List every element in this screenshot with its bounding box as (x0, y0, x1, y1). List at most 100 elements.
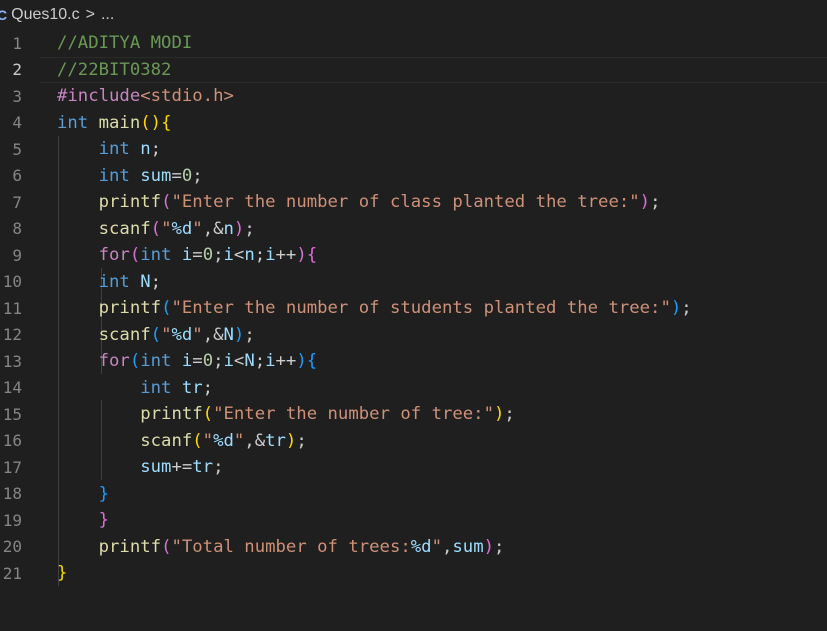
code-token: sum (140, 165, 172, 186)
line-number[interactable]: 16 (0, 431, 22, 450)
line-number[interactable]: 11 (0, 299, 22, 318)
code-token: ( (161, 192, 172, 213)
code-token: for (98, 351, 130, 372)
code-token: } (98, 483, 110, 504)
code-token: int (98, 139, 130, 160)
code-token: ) (296, 351, 307, 372)
code-token: ( (129, 245, 141, 266)
code-line[interactable]: 20 printf("Total number of trees:%d",sum… (0, 534, 827, 561)
code-line[interactable]: 2 //22BIT0382 (0, 56, 827, 83)
code-token: " (431, 536, 442, 557)
line-number[interactable]: 10 (0, 272, 22, 291)
code-line[interactable]: 4 int main(){ (0, 110, 827, 137)
code-token: } (57, 563, 68, 584)
code-line[interactable]: 9 for(int i=0;i<n;i++){ (0, 242, 827, 269)
code-token: " (202, 430, 214, 451)
code-text: //ADITYA MODI (57, 33, 192, 53)
code-line[interactable]: 17 sum+=tr; (0, 454, 827, 481)
code-token: , (441, 536, 453, 557)
line-number[interactable]: 3 (0, 87, 22, 106)
code-token: printf (98, 536, 162, 557)
code-line[interactable]: 8 scanf("%d",&n); (0, 216, 827, 243)
line-number[interactable]: 21 (0, 564, 22, 583)
line-number[interactable]: 18 (0, 484, 22, 503)
code-token: ; (650, 192, 661, 213)
code-token: " (233, 430, 245, 451)
code-token: printf (98, 192, 162, 213)
code-token: ; (296, 430, 307, 451)
code-text: int N; (57, 272, 161, 292)
code-token: ( (202, 404, 214, 425)
code-token: ) (670, 298, 682, 319)
line-number[interactable]: 14 (0, 378, 22, 397)
line-number[interactable]: 13 (0, 352, 22, 371)
code-line[interactable]: 21} (0, 560, 827, 587)
code-token: { (161, 112, 172, 133)
code-token: i (181, 351, 193, 372)
line-number[interactable]: 2 (0, 60, 22, 79)
code-line[interactable]: 13 for(int i=0;i<N;i++){ (0, 348, 827, 375)
code-token: += (171, 457, 193, 478)
code-line[interactable]: 18 } (0, 481, 827, 508)
code-token: <stdio.h> (140, 86, 234, 107)
code-token: ; (254, 245, 266, 266)
code-text: scanf("%d",&n); (57, 219, 255, 239)
line-number[interactable]: 12 (0, 325, 22, 344)
code-editor[interactable]: 1 //ADITYA MODI 2 //22BIT0382 3 #include<stdi… (0, 30, 827, 631)
code-line[interactable]: 12 scanf("%d",&N); (0, 322, 827, 349)
code-text: for(int i=0;i<n;i++){ (57, 245, 318, 266)
code-line[interactable]: 19 } (0, 507, 827, 534)
code-token: ; (192, 165, 203, 186)
line-number[interactable]: 9 (0, 246, 22, 265)
code-token: 0 (181, 165, 193, 186)
line-number[interactable]: 5 (0, 140, 22, 159)
breadcrumb-file[interactable]: Ques10.c (11, 6, 79, 24)
code-token: ) (233, 218, 245, 239)
code-token: "Enter the number of tree:" (213, 404, 494, 425)
code-token: 0 (202, 245, 214, 266)
code-token: %d (171, 324, 193, 345)
code-line[interactable]: 1 //ADITYA MODI (0, 30, 827, 57)
code-line[interactable]: 6 int sum=0; (0, 163, 827, 190)
line-number[interactable]: 4 (0, 113, 22, 132)
code-token: N (244, 351, 255, 372)
code-token: tr (265, 430, 286, 451)
line-number[interactable]: 15 (0, 405, 22, 424)
breadcrumb-more[interactable]: ... (101, 6, 114, 24)
code-token: sum (452, 536, 484, 557)
line-number[interactable]: 6 (0, 166, 22, 185)
code-line[interactable]: 11 printf("Enter the number of students … (0, 295, 827, 322)
code-token: tr (181, 377, 203, 398)
line-number[interactable]: 1 (0, 34, 22, 53)
code-text: int sum=0; (57, 166, 203, 186)
line-number[interactable]: 19 (0, 511, 22, 530)
code-token: ) (483, 536, 495, 557)
code-token: < (233, 351, 245, 372)
code-line[interactable]: 14 int tr; (0, 375, 827, 402)
code-line[interactable]: 7 printf("Enter the number of class plan… (0, 189, 827, 216)
chevron-right-icon: > (85, 6, 95, 23)
line-number[interactable]: 8 (0, 219, 22, 238)
code-token: ; (494, 536, 505, 557)
line-number[interactable]: 17 (0, 458, 22, 477)
code-line[interactable]: 16 scanf("%d",&tr); (0, 428, 827, 455)
code-token: ( (192, 430, 203, 451)
code-token: " (192, 324, 203, 345)
line-number[interactable]: 20 (0, 537, 22, 556)
code-line[interactable]: 3 #include<stdio.h> (0, 83, 827, 110)
code-line[interactable]: 15 printf("Enter the number of tree:"); (0, 401, 827, 428)
code-token: ( (150, 324, 162, 345)
code-line[interactable]: 10 int N; (0, 269, 827, 296)
code-line[interactable]: 5 int n; (0, 136, 827, 163)
line-number[interactable]: 7 (0, 193, 22, 212)
code-token: ; (504, 404, 515, 425)
